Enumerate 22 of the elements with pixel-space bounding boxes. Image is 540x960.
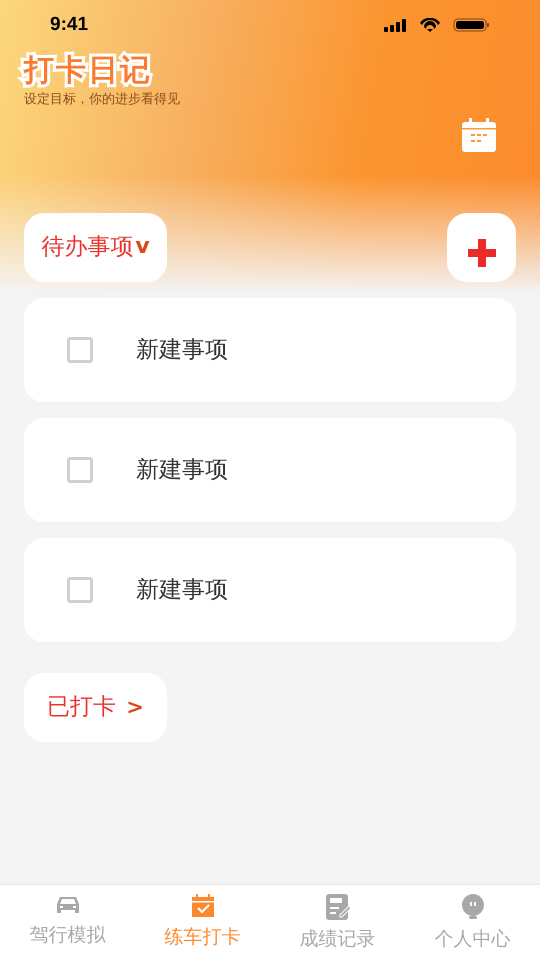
- tab-item[interactable]: 练车打卡: [135, 885, 270, 960]
- plus-icon: [468, 238, 496, 266]
- tab-item[interactable]: 个人中心: [405, 885, 540, 960]
- tab-item[interactable]: 驾行模拟: [0, 885, 135, 960]
- tab-item[interactable]: 成绩记录: [270, 885, 405, 960]
- todo-filter-dropdown[interactable]: 待办事项v: [24, 213, 167, 282]
- page-subtitle: 设定目标，你的进步看得见: [24, 91, 180, 109]
- todo-checkbox[interactable]: [67, 577, 93, 603]
- todo-checkbox[interactable]: [67, 457, 93, 483]
- calendar-check-icon: [190, 893, 216, 919]
- chat-bubble-icon: [460, 893, 486, 921]
- status-time: 9:41: [50, 12, 88, 37]
- status-indicators-icon: [384, 18, 490, 32]
- todo-checkbox[interactable]: [67, 337, 93, 363]
- add-button[interactable]: [447, 213, 516, 282]
- todo-label: 新建事项: [136, 576, 228, 605]
- todo-label: 新建事项: [136, 456, 228, 485]
- page-title: 打卡日记: [24, 56, 153, 86]
- calendar-icon[interactable]: [462, 118, 496, 152]
- checked-in-button[interactable]: 已打卡 >: [24, 673, 167, 742]
- score-sheet-icon: [324, 893, 352, 921]
- todo-label: 新建事项: [136, 336, 228, 365]
